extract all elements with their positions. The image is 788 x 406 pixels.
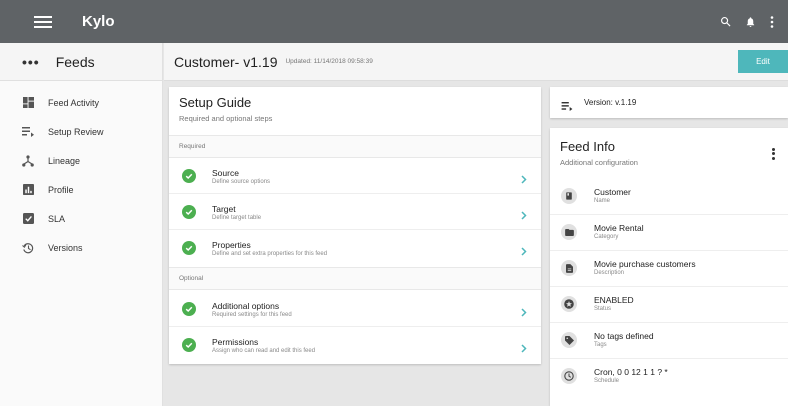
info-row-category[interactable]: Movie Rental Category — [550, 215, 788, 251]
playlist-icon — [561, 98, 573, 116]
chart-icon — [22, 184, 34, 196]
sidebar-item-label: Versions — [48, 242, 83, 253]
step-title: Additional options — [212, 301, 280, 311]
sidebar-item-label: Lineage — [48, 155, 81, 166]
more-horiz-icon[interactable]: ••• — [22, 55, 40, 69]
chevron-right-icon[interactable] — [521, 171, 527, 189]
clock-icon — [561, 368, 577, 384]
lineage-icon — [22, 154, 34, 167]
step-permissions[interactable]: Permissions Assign who can read and edit… — [169, 327, 541, 363]
check-circle-icon — [182, 205, 196, 219]
sidebar-item-label: SLA — [48, 213, 66, 224]
required-section-label: Required — [169, 135, 541, 158]
feed-header: Customer- v1.19 Updated: 11/14/2018 09:5… — [164, 43, 788, 81]
step-target[interactable]: Target Define target table — [169, 194, 541, 230]
book-icon — [561, 188, 577, 204]
top-app-bar: Kylo — [0, 0, 788, 43]
info-value: Customer — [594, 187, 631, 197]
stars-icon — [561, 296, 577, 312]
search-icon[interactable] — [720, 16, 731, 27]
hamburger-menu-icon[interactable] — [34, 13, 52, 31]
step-title: Source — [212, 168, 239, 178]
info-label: Tags — [594, 342, 607, 348]
verified-icon — [22, 213, 34, 225]
step-title: Permissions — [212, 337, 259, 347]
info-label: Status — [594, 306, 612, 312]
info-label: Name — [594, 198, 611, 204]
setup-guide-subtitle: Required and optional steps — [179, 114, 273, 123]
step-description: Assign who can read and edit this feed — [212, 348, 316, 354]
step-properties[interactable]: Properties Define and set extra properti… — [169, 230, 541, 266]
sidebar-item-label: Feed Activity — [48, 97, 100, 108]
sidebar-item-profile[interactable]: Profile — [0, 175, 162, 204]
more-vert-icon[interactable] — [770, 15, 774, 28]
info-row-status[interactable]: ENABLED Status — [550, 287, 788, 323]
description-icon — [561, 260, 577, 276]
info-row-schedule[interactable]: Cron, 0 0 12 1 1 ? * Schedule — [550, 359, 788, 395]
chevron-right-icon[interactable] — [521, 243, 527, 261]
step-description: Define and set extra properties for this… — [212, 251, 328, 257]
check-circle-icon — [182, 169, 196, 183]
playlist-icon — [22, 126, 34, 138]
step-title: Target — [212, 204, 236, 214]
feed-info-subtitle: Additional configuration — [560, 158, 638, 167]
step-additional-options[interactable]: Additional options Required settings for… — [169, 291, 541, 327]
info-label: Description — [594, 270, 625, 276]
more-vert-icon[interactable] — [770, 146, 776, 161]
step-description: Required settings for this feed — [212, 312, 292, 318]
sidebar-item-label: Setup Review — [48, 126, 104, 137]
info-value: Cron, 0 0 12 1 1 ? * — [594, 367, 668, 377]
updated-timestamp: Updated: 11/14/2018 09:58:39 — [285, 58, 373, 65]
feed-info-title: Feed Info — [560, 139, 615, 154]
chevron-right-icon[interactable] — [521, 340, 527, 358]
step-source[interactable]: Source Define source options — [169, 158, 541, 194]
info-row-description[interactable]: Movie purchase customers Description — [550, 251, 788, 287]
sidebar-item-sla[interactable]: SLA — [0, 204, 162, 233]
step-title: Properties — [212, 240, 251, 250]
history-icon — [22, 242, 34, 254]
dashboard-icon — [22, 97, 34, 109]
info-label: Schedule — [594, 378, 620, 384]
info-row-tags[interactable]: No tags defined Tags — [550, 323, 788, 359]
setup-guide-title: Setup Guide — [179, 95, 252, 110]
step-description: Define target table — [212, 215, 262, 221]
info-value: Movie purchase customers — [594, 259, 696, 269]
sidebar-header: ••• Feeds — [0, 43, 162, 81]
sidebar-item-lineage[interactable]: Lineage — [0, 146, 162, 175]
sidebar-title: Feeds — [55, 53, 95, 70]
sidebar-item-feed-activity[interactable]: Feed Activity — [0, 88, 162, 117]
chevron-right-icon[interactable] — [521, 207, 527, 225]
check-circle-icon — [182, 302, 196, 316]
check-circle-icon — [182, 241, 196, 255]
feed-title: Customer- v1.19 — [174, 53, 278, 70]
check-circle-icon — [182, 338, 196, 352]
info-value: ENABLED — [594, 295, 634, 305]
app-brand[interactable]: Kylo — [82, 13, 115, 30]
folder-icon — [561, 224, 577, 240]
version-label: Version: v.1.19 — [584, 98, 637, 107]
feed-info-card: Feed Info Additional configuration Custo… — [550, 128, 788, 406]
feed-sidebar: ••• Feeds Feed Activity Setup Review Lin… — [0, 43, 163, 406]
edit-button[interactable]: Edit — [738, 50, 788, 73]
sidebar-item-label: Profile — [48, 184, 74, 195]
step-description: Define source options — [212, 179, 271, 185]
notifications-bell-icon[interactable] — [745, 16, 756, 28]
info-value: Movie Rental — [594, 223, 644, 233]
setup-guide-card: Setup Guide Required and optional steps … — [169, 87, 541, 364]
info-value: No tags defined — [594, 331, 654, 341]
info-label: Category — [594, 234, 619, 240]
sidebar-item-versions[interactable]: Versions — [0, 233, 162, 262]
tag-icon — [561, 332, 577, 348]
version-card[interactable]: Version: v.1.19 — [550, 87, 788, 118]
chevron-right-icon[interactable] — [521, 304, 527, 322]
sidebar-item-setup-review[interactable]: Setup Review — [0, 117, 162, 146]
optional-section-label: Optional — [169, 267, 541, 290]
info-row-name[interactable]: Customer Name — [550, 179, 788, 215]
